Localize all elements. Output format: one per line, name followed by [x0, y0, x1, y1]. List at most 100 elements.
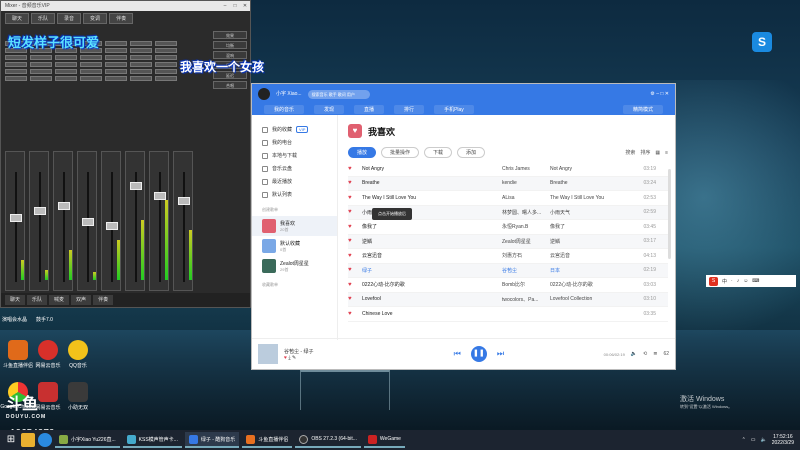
download-icon[interactable]: ⤓	[288, 355, 290, 361]
tab-discover[interactable]: 发现	[314, 105, 345, 114]
download-button[interactable]: 下载	[424, 147, 453, 158]
search-button[interactable]: 搜索	[625, 149, 635, 156]
mixer-titlebar[interactable]: Mixer - 音频音乐VIP – □ ✕	[1, 1, 250, 11]
mixer-bottom-button[interactable]: 喊麦	[49, 295, 70, 305]
mixer-bottom-button[interactable]: 乐队	[27, 295, 48, 305]
mixer-side-button[interactable]: 效果	[213, 31, 247, 39]
sidebar-item-radio[interactable]: 我的电台	[262, 136, 337, 149]
channel-strip[interactable]	[149, 151, 169, 291]
windows-start-icon[interactable]: ⊞	[4, 433, 18, 447]
taskbar-item[interactable]: OBS 27.2.3 (64-bit...	[295, 432, 361, 448]
heart-icon[interactable]: ♥	[348, 195, 362, 201]
network-icon[interactable]: ▭	[751, 437, 756, 443]
heart-icon[interactable]: ♥	[348, 311, 362, 317]
keyboard-icon[interactable]: ⌨	[752, 278, 759, 284]
loop-icon[interactable]: ⟲	[643, 351, 647, 357]
mixer-side-button[interactable]: 合唱	[213, 81, 247, 89]
taskbar-item-active[interactable]: 绿子 - 酷狗音乐	[184, 432, 240, 448]
user-name[interactable]: 小宇 Xiao...	[276, 91, 302, 97]
mixer-tab[interactable]: 聊天	[5, 13, 30, 24]
taskbar-item[interactable]: WeGame	[363, 432, 405, 448]
list-view-icon[interactable]: ≡	[665, 150, 668, 156]
mixer-bottom-button[interactable]: 双声	[71, 295, 92, 305]
explorer-icon[interactable]	[21, 433, 35, 447]
table-row[interactable]: ♥ 0222心动-比尔的歌 Bomb比尔 0222心动-比尔的歌 03:03	[348, 278, 668, 293]
heart-icon[interactable]: ♥	[348, 209, 362, 215]
clock[interactable]: 17:52:16 2022/3/29	[772, 434, 794, 446]
emoji-icon[interactable]: ☺	[743, 278, 748, 284]
table-row[interactable]: ♥ 云宫迅音 刘惠方石 云宫迅音 04:13	[348, 249, 668, 264]
settings-icon[interactable]: ⚙	[650, 91, 654, 97]
playlist-icon[interactable]: ≣	[653, 351, 657, 357]
taskbar-item[interactable]: 斗鱼直播伴侣	[242, 432, 293, 448]
volume-icon[interactable]: 🔈	[631, 351, 637, 357]
mixer-effects-grid[interactable]	[5, 41, 210, 131]
sidebar-item-cloud[interactable]: 音乐云盘	[262, 162, 337, 175]
table-row[interactable]: ♥ Chinese Love 03:35	[348, 307, 668, 322]
heart-icon[interactable]: ♥	[348, 224, 362, 230]
channel-strip[interactable]	[173, 151, 193, 291]
avatar[interactable]	[258, 88, 270, 100]
edge-icon[interactable]	[38, 433, 52, 447]
playlist-item[interactable]: 我喜欢 20首	[252, 216, 337, 236]
channel-strip[interactable]	[101, 151, 121, 291]
music-player-window[interactable]: 小宇 Xiao... 搜索音乐 歌手 歌词 用户 ⚙ – □ ✕ 我的音乐 发现…	[251, 83, 676, 370]
table-row-playing[interactable]: ♥ 绿子 谷苞尘 日本 02:19	[348, 263, 668, 278]
pause-button[interactable]: ❚❚	[470, 346, 487, 362]
close-icon[interactable]: ✕	[665, 91, 669, 97]
channel-strip[interactable]	[5, 151, 25, 291]
desktop-icon-qqmusic[interactable]: QQ音乐	[60, 340, 96, 369]
taskbar-item[interactable]: KSS模声管声卡...	[122, 432, 182, 448]
heart-icon[interactable]: ♥	[284, 355, 287, 361]
table-row[interactable]: ♥ 逆鳞 Zealot周星星 逆鳞 03:17	[348, 234, 668, 249]
mixer-tab[interactable]: 录音	[57, 13, 82, 24]
sidebar-item-local[interactable]: 本地与下载	[262, 149, 337, 162]
heart-icon[interactable]: ♥	[348, 282, 362, 288]
table-row[interactable]: ♥ 像我了 永恒Ryan.B 像我了 03:45	[348, 220, 668, 235]
channel-strip[interactable]	[77, 151, 97, 291]
table-row[interactable]: ♥ Not Angry Chris James Not Angry 03:19	[348, 162, 668, 177]
taskbar-item[interactable]: 小宇Xiao Yu226直...	[55, 432, 120, 448]
close-icon[interactable]: ✕	[240, 1, 250, 11]
batch-button[interactable]: 批量操作	[381, 147, 420, 158]
heart-icon[interactable]: ♥	[348, 253, 362, 259]
compact-mode-button[interactable]: 精简模式	[622, 105, 663, 114]
tab-phone-play[interactable]: 手机Play	[434, 105, 474, 114]
mixer-side-button[interactable]: 均衡	[213, 41, 247, 49]
mixer-bottom-button[interactable]: 伴奏	[93, 295, 114, 305]
sogou-icon[interactable]: S	[709, 276, 718, 286]
scrollbar[interactable]	[668, 169, 671, 259]
heart-icon[interactable]: ♥	[348, 267, 362, 273]
heart-icon[interactable]: ♥	[348, 238, 362, 244]
next-icon[interactable]: ⏭	[497, 349, 504, 359]
tab-my-music[interactable]: 我的音乐	[264, 105, 305, 114]
playlist-item[interactable]: Zealot周星星 29首	[252, 256, 337, 276]
add-button[interactable]: 添加	[457, 147, 486, 158]
app-logo-icon[interactable]: S	[752, 32, 772, 52]
minimize-icon[interactable]: –	[220, 1, 230, 11]
maximize-icon[interactable]: □	[230, 1, 240, 11]
mixer-bottom-button[interactable]: 聊天	[5, 295, 26, 305]
desktop-icon-helper[interactable]: 小助无双	[60, 382, 96, 411]
tab-charts[interactable]: 排行	[394, 105, 425, 114]
tab-live[interactable]: 直播	[354, 105, 385, 114]
search-input[interactable]: 搜索音乐 歌手 歌词 用户	[307, 89, 370, 99]
mixer-tab[interactable]: 伴奏	[109, 13, 134, 24]
sort-button[interactable]: 排序	[640, 149, 650, 156]
channel-strip[interactable]	[125, 151, 145, 291]
album-art[interactable]	[258, 344, 278, 364]
grid-view-icon[interactable]: ▦	[655, 150, 660, 156]
table-row[interactable]: ♥ Lovefool twocolors、Pa... Lovefool Collect…	[348, 292, 668, 307]
sidebar-item-recent[interactable]: 最近播放	[262, 175, 337, 188]
mixer-tab[interactable]: 乐队	[31, 13, 56, 24]
sidebar-item-default[interactable]: 默认列表	[262, 188, 337, 201]
table-row[interactable]: ♥ The Way I Still Love You ALisa The Way I …	[348, 191, 668, 206]
volume-icon[interactable]: 🔈	[761, 437, 767, 443]
play-all-button[interactable]: 播放	[348, 147, 377, 158]
channel-strip[interactable]	[29, 151, 49, 291]
heart-icon[interactable]: ♥	[348, 166, 362, 172]
table-row[interactable]: ♥ Breathe kendie Breathe 03:24	[348, 176, 668, 191]
channel-strip[interactable]	[53, 151, 73, 291]
heart-icon[interactable]: ♥	[348, 296, 362, 302]
previous-icon[interactable]: ⏮	[454, 349, 461, 359]
